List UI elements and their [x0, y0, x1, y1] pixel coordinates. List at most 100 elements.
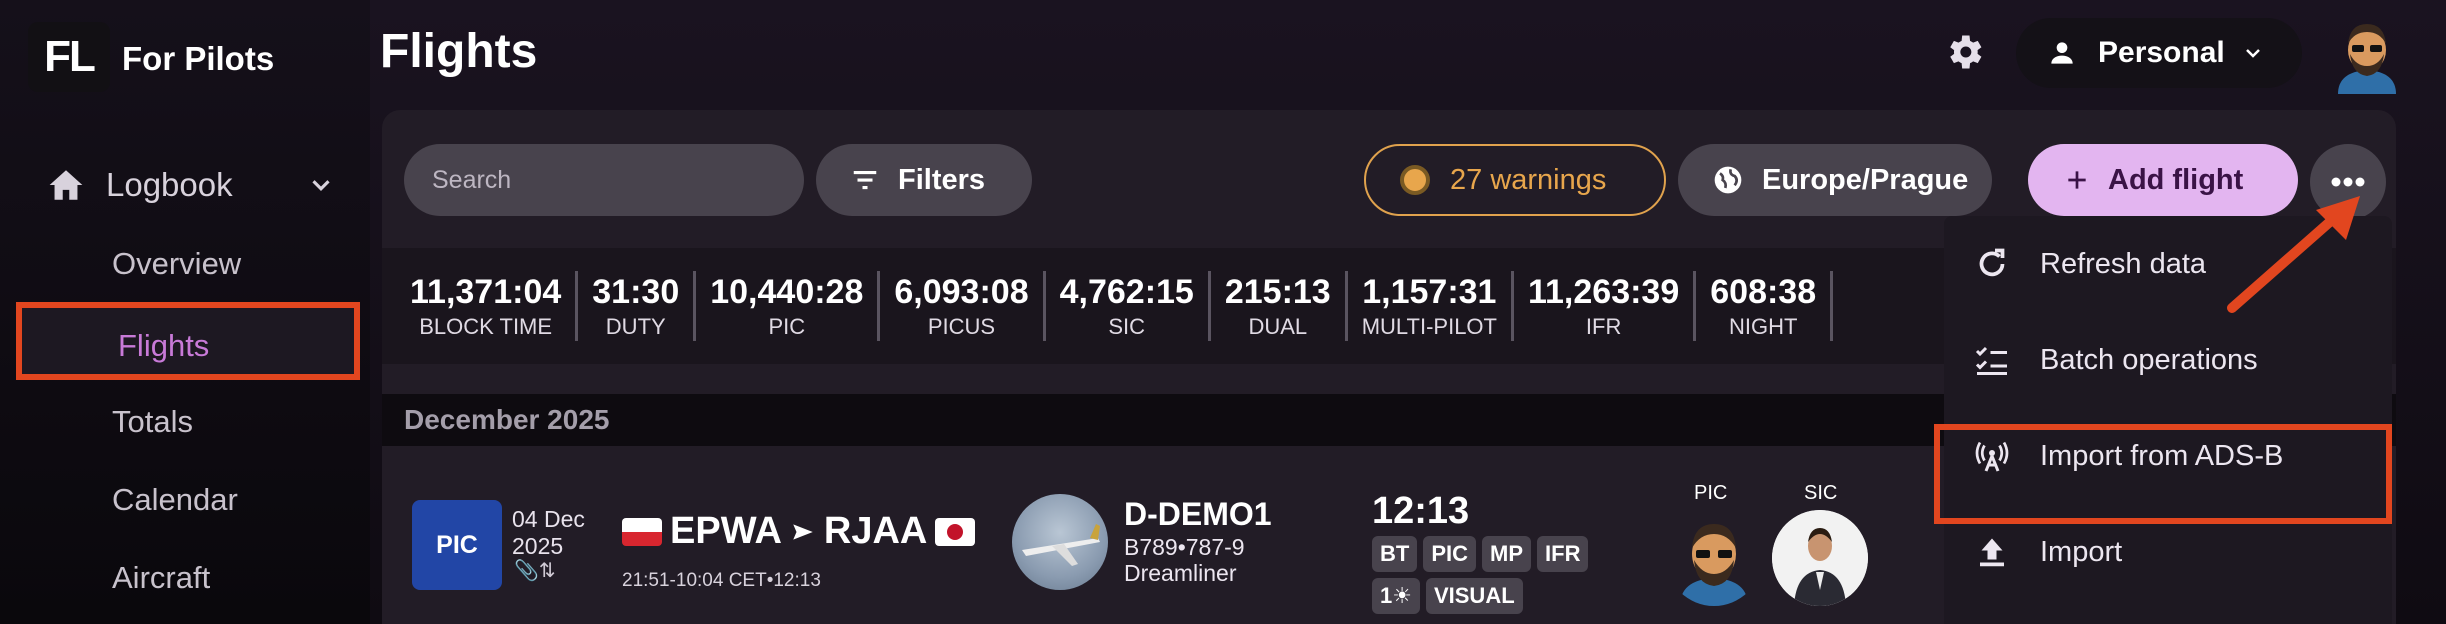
stat-multi-pilot: 1,157:31 MULTI-PILOT: [1348, 271, 1514, 341]
more-horizontal-icon: [2331, 177, 2365, 187]
sidebar-item-flights[interactable]: Flights: [16, 302, 360, 380]
app-logo[interactable]: FL: [28, 22, 110, 92]
arrival-airport: RJAA: [823, 510, 928, 552]
gear-icon[interactable]: [1942, 30, 1986, 74]
stat-label: DUAL: [1248, 313, 1308, 339]
plus-icon: [2068, 171, 2086, 189]
avatar[interactable]: [2330, 14, 2404, 94]
warning-dot-icon: [1400, 165, 1430, 195]
airplane-icon: [793, 523, 813, 540]
stat-label: MULTI-PILOT: [1361, 313, 1497, 339]
search-input[interactable]: Search: [404, 144, 804, 216]
globe-icon: [1714, 166, 1742, 194]
sidebar-item-aircraft[interactable]: Aircraft: [112, 560, 210, 596]
stat-pic: 10,440:28 PIC: [696, 271, 881, 341]
flag-poland-icon: [622, 517, 662, 546]
menu-item-label: Import: [2040, 535, 2123, 568]
flag-japan-icon: [935, 517, 976, 546]
upload-icon: [1980, 538, 2004, 567]
crew-pic-avatar[interactable]: [1666, 510, 1762, 606]
aircraft-type-code: B789•787-9: [1124, 534, 1245, 560]
sidebar: FL For Pilots Logbook Overview Flights T…: [0, 0, 370, 624]
stat-label: IFR: [1585, 313, 1622, 339]
warnings-button[interactable]: 27 warnings: [1364, 144, 1666, 216]
stat-duty: 31:30 DUTY: [578, 271, 697, 341]
refresh-icon: [1979, 248, 2005, 277]
tag-landings: 1☀: [1372, 578, 1420, 614]
chevron-down-icon: [312, 180, 330, 191]
flight-tags: BT PIC MP IFR 1☀ VISUAL: [1372, 536, 1642, 614]
sidebar-item-logbook[interactable]: Logbook: [46, 160, 336, 210]
sidebar-item-label: Flights: [118, 328, 210, 363]
filters-label: Filters: [898, 163, 986, 196]
annotation-arrow-icon: [2227, 196, 2360, 313]
sidebar-item-calendar[interactable]: Calendar: [112, 482, 238, 518]
stat-label: SIC: [1108, 313, 1146, 339]
profile-label: Personal: [2098, 36, 2225, 69]
stat-value: 608:38: [1710, 272, 1817, 311]
aircraft-registration: D-DEMO1: [1124, 496, 1272, 532]
flight-times: 21:51-10:04 CET•12:13: [622, 570, 821, 591]
stat-value: 1,157:31: [1362, 272, 1497, 311]
crew-sic-avatar[interactable]: [1772, 510, 1868, 606]
stat-value: 4,762:15: [1059, 272, 1194, 311]
checklist-icon: [1975, 346, 2007, 375]
sidebar-item-label: Logbook: [106, 166, 233, 203]
person-icon: [2051, 42, 2073, 64]
tag-pic: PIC: [1423, 536, 1477, 572]
swap-icon: ⇅: [538, 560, 556, 582]
app-name: For Pilots: [122, 40, 275, 77]
sidebar-item-totals[interactable]: Totals: [112, 404, 193, 440]
stat-value: 10,440:28: [710, 272, 864, 311]
aircraft-type-name: Dreamliner: [1124, 560, 1237, 586]
attachment-icons: 📎⇅: [514, 558, 556, 583]
profile-switcher[interactable]: Personal: [2016, 18, 2302, 88]
stat-picus: 6,093:08 PICUS: [880, 271, 1046, 341]
menu-item-batch-operations[interactable]: Batch operations: [1944, 312, 2392, 408]
stat-label: PICUS: [927, 313, 996, 339]
stat-label: NIGHT: [1728, 313, 1798, 339]
stat-block-time: 11,371:04 BLOCK TIME: [382, 271, 579, 341]
stat-label: BLOCK TIME: [419, 313, 553, 339]
aircraft-type: B789•787-9 Dreamliner: [1124, 534, 1245, 586]
stat-value: 31:30: [592, 272, 680, 311]
stat-value: 6,093:08: [894, 272, 1029, 311]
timezone-label: Europe/Prague: [1762, 163, 1969, 196]
aircraft-photo: [1012, 494, 1108, 590]
filter-icon: [853, 170, 877, 190]
chevron-down-icon: [2245, 49, 2260, 58]
tag-bt: BT: [1372, 536, 1418, 572]
role-badge: PIC: [412, 500, 502, 590]
highlight-annotation: [1934, 424, 2392, 524]
departure-airport: EPWA: [670, 510, 782, 552]
stat-sic: 4,762:15 SIC: [1046, 271, 1211, 341]
page-title: Flights: [380, 25, 538, 78]
sidebar-item-overview[interactable]: Overview: [112, 246, 241, 282]
flight-date-day: 04 Dec: [512, 506, 585, 532]
tag-ifr: IFR: [1537, 536, 1589, 572]
flight-date-year: 2025: [512, 533, 564, 559]
stat-label: PIC: [768, 313, 806, 339]
paperclip-icon: 📎: [514, 560, 539, 582]
crew-pic-label: PIC: [1694, 482, 1728, 504]
stat-ifr: 11,263:39 IFR: [1514, 271, 1697, 341]
route: EPWA RJAA: [622, 510, 976, 553]
logo-text: FL: [44, 32, 96, 81]
warnings-label: 27 warnings: [1450, 163, 1607, 196]
tag-visual: VISUAL: [1425, 578, 1523, 614]
stat-value: 11,263:39: [1527, 272, 1680, 311]
stat-value: 215:13: [1224, 272, 1331, 311]
tag-mp: MP: [1482, 536, 1532, 572]
menu-item-label: Refresh data: [2040, 247, 2207, 280]
crew-sic-label: SIC: [1804, 482, 1838, 504]
filters-button[interactable]: Filters: [816, 144, 1032, 216]
stat-dual: 215:13 DUAL: [1211, 271, 1348, 341]
stat-night: 608:38 NIGHT: [1696, 271, 1834, 341]
timezone-button[interactable]: Europe/Prague: [1678, 144, 1992, 216]
stat-label: DUTY: [605, 313, 666, 339]
block-time: 12:13: [1372, 490, 1470, 532]
menu-item-label: Batch operations: [2040, 343, 2258, 376]
stat-value: 11,371:04: [410, 272, 562, 311]
flight-date: 04 Dec 2025: [512, 506, 585, 560]
home-icon: [49, 170, 83, 200]
